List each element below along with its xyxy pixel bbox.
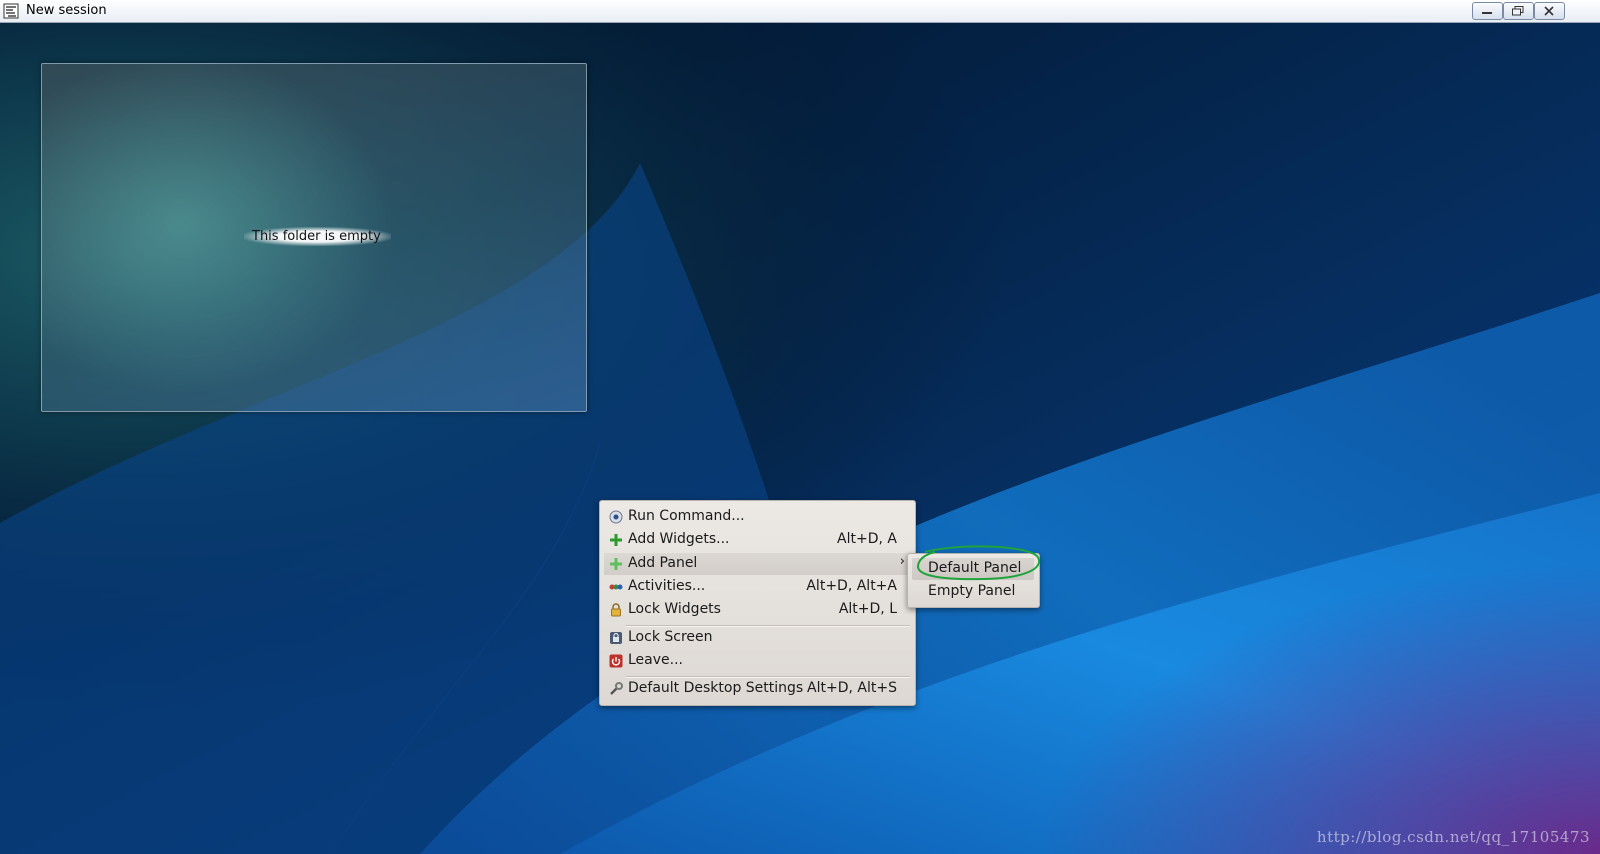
menu-item-leave[interactable]: Leave... bbox=[604, 650, 911, 672]
menu-item-default-desktop-settings[interactable]: Default Desktop Settings Alt+D, Alt+S bbox=[604, 678, 911, 700]
restore-button[interactable] bbox=[1503, 2, 1534, 20]
menu-item-label: Activities... bbox=[628, 578, 706, 594]
watermark-text: http://blog.csdn.net/qq_17105473 bbox=[1316, 828, 1590, 846]
minimize-icon bbox=[1482, 12, 1492, 14]
window-titlebar: New session bbox=[0, 0, 1600, 23]
submenu-item-empty-panel[interactable]: Empty Panel bbox=[912, 581, 1034, 603]
menu-item-shortcut: Alt+D, Alt+S bbox=[807, 680, 897, 696]
submenu-arrow-icon: › bbox=[899, 554, 905, 569]
empty-folder-message: This folder is empty bbox=[244, 227, 391, 246]
desktop-context-menu: Run Command... Add Widgets... Alt+D, A A… bbox=[599, 500, 916, 706]
menu-item-lock-widgets[interactable]: Lock Widgets Alt+D, L bbox=[604, 599, 911, 621]
annotation-circle bbox=[917, 545, 1040, 581]
minimize-button[interactable] bbox=[1472, 2, 1503, 20]
menu-item-add-widgets[interactable]: Add Widgets... Alt+D, A bbox=[604, 529, 911, 551]
menu-item-lock-screen[interactable]: Lock Screen bbox=[604, 627, 911, 649]
close-icon bbox=[1544, 6, 1554, 16]
menu-item-label: Default Desktop Settings bbox=[628, 680, 804, 696]
activities-icon bbox=[609, 584, 623, 590]
restore-icon bbox=[1512, 6, 1524, 16]
menu-item-label: Add Panel bbox=[628, 555, 698, 571]
menu-item-label: Lock Screen bbox=[628, 629, 713, 645]
menu-item-activities[interactable]: Activities... Alt+D, Alt+A bbox=[604, 576, 911, 598]
power-icon bbox=[609, 654, 623, 668]
menu-item-shortcut: Alt+D, Alt+A bbox=[806, 578, 897, 594]
menu-item-label: Run Command... bbox=[628, 508, 745, 524]
menu-item-shortcut: Alt+D, A bbox=[837, 531, 897, 547]
menu-item-label: Lock Widgets bbox=[628, 601, 721, 617]
window-title: New session bbox=[26, 3, 107, 18]
folder-view-widget[interactable]: This folder is empty bbox=[41, 63, 587, 412]
add-icon bbox=[610, 558, 622, 570]
submenu-item-label: Empty Panel bbox=[928, 583, 1016, 599]
desktop[interactable]: This folder is empty bbox=[0, 23, 1600, 854]
menu-item-shortcut: Alt+D, L bbox=[838, 601, 897, 617]
menu-item-label: Leave... bbox=[628, 652, 683, 668]
app-icon bbox=[3, 3, 19, 19]
close-button[interactable] bbox=[1534, 2, 1565, 20]
lock-screen-icon bbox=[610, 632, 622, 644]
lock-icon bbox=[611, 603, 621, 617]
menu-item-add-panel[interactable]: Add Panel › bbox=[604, 553, 911, 575]
add-icon bbox=[610, 534, 622, 546]
menu-item-label: Add Widgets... bbox=[628, 531, 730, 547]
wrench-icon bbox=[610, 682, 623, 695]
run-command-icon bbox=[609, 510, 623, 524]
menu-item-run-command[interactable]: Run Command... bbox=[604, 506, 911, 528]
